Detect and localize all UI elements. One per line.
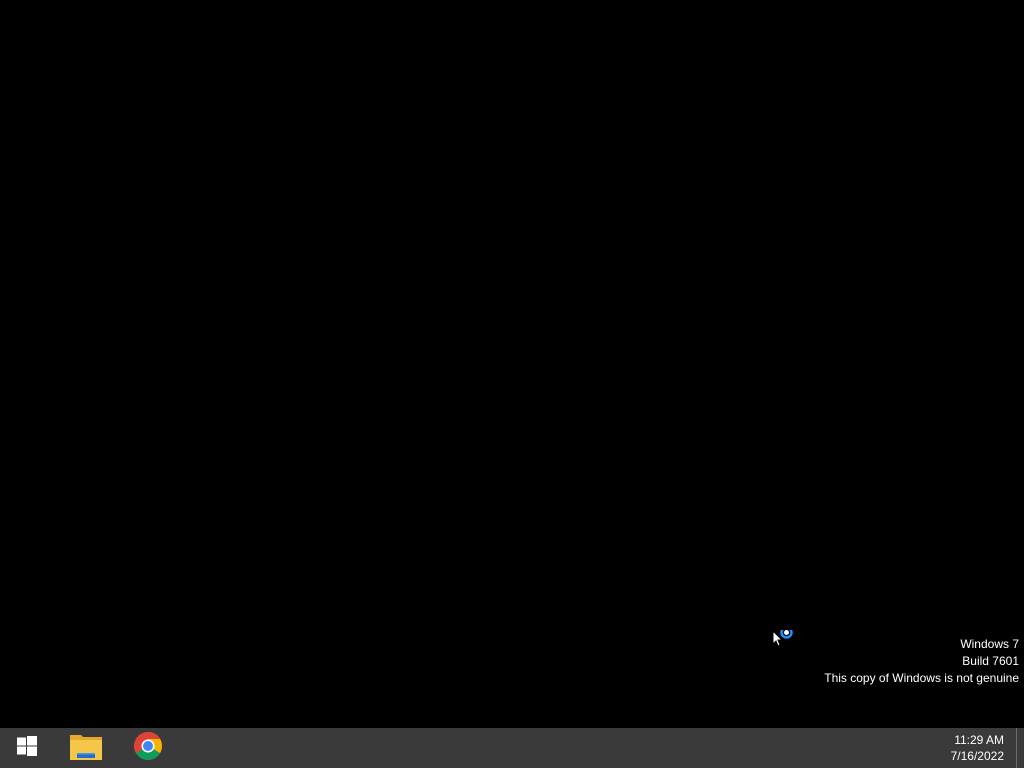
desktop[interactable]: Windows 7 Build 7601 This copy of Window… — [0, 0, 1024, 728]
watermark-genuine-notice: This copy of Windows is not genuine — [824, 671, 1019, 685]
chrome-button[interactable] — [121, 728, 175, 768]
file-explorer-icon — [69, 731, 103, 766]
windows-watermark: Windows 7 Build 7601 This copy of Window… — [824, 636, 1019, 687]
show-desktop-button[interactable] — [1016, 728, 1024, 768]
start-button[interactable] — [0, 728, 54, 768]
system-clock[interactable]: 11:29 AM 7/16/2022 — [924, 732, 1004, 764]
watermark-build: Build 7601 — [962, 654, 1019, 668]
taskbar: 11:29 AM 7/16/2022 — [0, 728, 1024, 768]
windows-logo-icon — [17, 735, 37, 761]
chrome-icon — [133, 731, 163, 766]
clock-date: 7/16/2022 — [950, 749, 1004, 763]
file-explorer-button[interactable] — [59, 728, 113, 768]
watermark-os-name: Windows 7 — [960, 637, 1019, 651]
busy-cursor-icon — [772, 626, 796, 650]
clock-time: 11:29 AM — [954, 733, 1004, 747]
